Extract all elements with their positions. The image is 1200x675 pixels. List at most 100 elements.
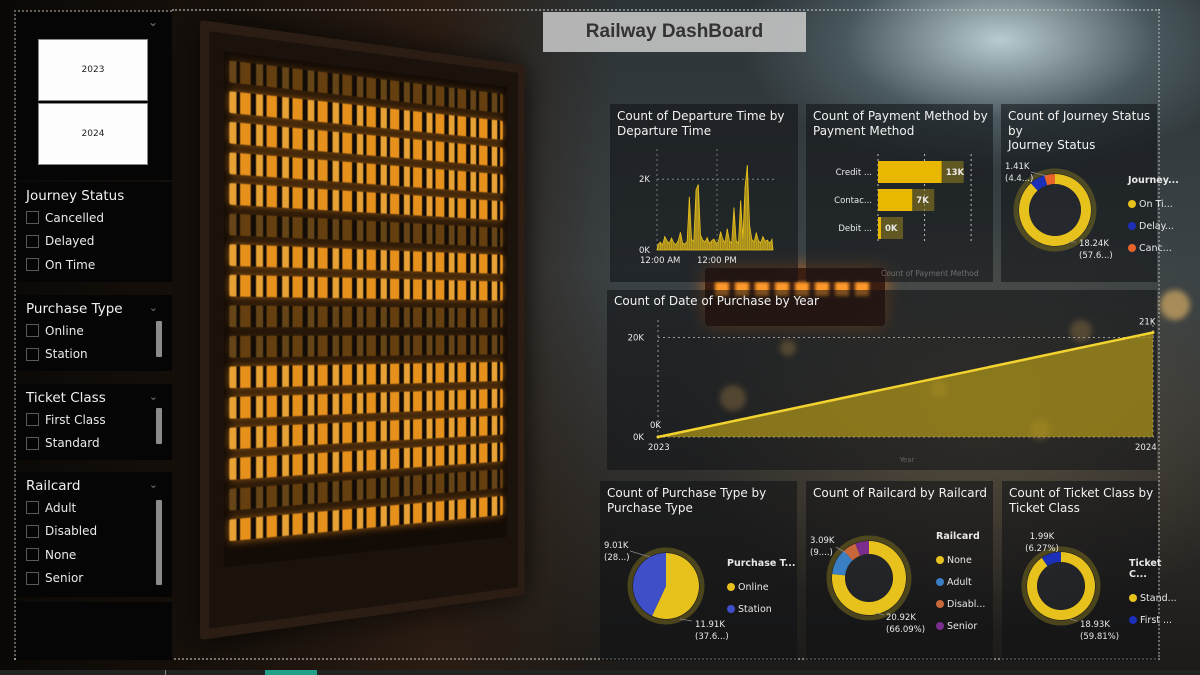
slicer-item-first-class[interactable]: First Class bbox=[26, 408, 162, 432]
legend-label: Senior bbox=[947, 620, 978, 632]
data-label: (9....) bbox=[810, 548, 833, 558]
data-label: 18.24K bbox=[1079, 239, 1109, 249]
checkbox-icon[interactable] bbox=[26, 324, 39, 338]
checkbox-icon[interactable] bbox=[26, 347, 39, 361]
railcard-chart[interactable]: Count of Railcard by Railcard 3.09K (9...… bbox=[806, 481, 993, 661]
data-point bbox=[1151, 330, 1155, 334]
legend-item[interactable]: Stand... bbox=[1129, 587, 1177, 609]
slicer-item-on-time[interactable]: On Time bbox=[26, 253, 162, 277]
chevron-down-icon[interactable]: ⌄ bbox=[149, 390, 158, 403]
year-tile-2024[interactable]: 2024 bbox=[38, 103, 148, 165]
slicer-item-label: Cancelled bbox=[45, 210, 104, 225]
chevron-down-icon[interactable]: ⌄ bbox=[148, 16, 160, 28]
data-bar bbox=[729, 241, 730, 250]
data-bar bbox=[726, 228, 728, 250]
checkbox-icon[interactable] bbox=[26, 234, 39, 248]
legend-label: On Ti... bbox=[1139, 198, 1173, 210]
chevron-down-icon[interactable]: ⌄ bbox=[149, 478, 158, 491]
legend-label: Stand... bbox=[1140, 592, 1177, 604]
slicer-item-senior[interactable]: Senior bbox=[26, 567, 162, 591]
legend-marker bbox=[1129, 594, 1137, 602]
data-label: 0K bbox=[885, 224, 898, 234]
scrollbar[interactable] bbox=[156, 408, 162, 444]
slicer-item-adult[interactable]: Adult bbox=[26, 496, 162, 520]
donut-hole bbox=[1037, 562, 1085, 610]
checkbox-icon[interactable] bbox=[26, 501, 39, 515]
page-tab-divider bbox=[165, 670, 166, 675]
legend-item[interactable]: Online bbox=[727, 576, 796, 598]
data-label: (37.6...) bbox=[695, 632, 729, 642]
departure-time-chart[interactable]: Count of Departure Time by Departure Tim… bbox=[610, 104, 798, 282]
purchase-by-year-chart[interactable]: Count of Date of Purchase by Year 0K 21K 2… bbox=[607, 290, 1157, 470]
legend-item[interactable]: Canc... bbox=[1128, 237, 1179, 259]
y-tick-label: 20K bbox=[628, 333, 645, 343]
data-label: 13K bbox=[946, 168, 965, 178]
y-tick-label: Credit ... bbox=[836, 168, 872, 178]
checkbox-icon[interactable] bbox=[26, 211, 39, 225]
slicer-item-label: Delayed bbox=[45, 234, 95, 249]
page-tab-active[interactable] bbox=[265, 670, 317, 675]
legend-marker bbox=[1128, 244, 1136, 252]
legend-marker bbox=[936, 556, 944, 564]
page-tab-bar bbox=[0, 670, 1200, 675]
data-bar bbox=[708, 243, 710, 250]
data-bar bbox=[702, 240, 704, 250]
departure-board-image bbox=[200, 20, 525, 640]
data-bar bbox=[769, 243, 771, 250]
legend-marker bbox=[1129, 616, 1137, 624]
slicer-item-none[interactable]: None bbox=[26, 543, 162, 567]
slicer-item-station[interactable]: Station bbox=[26, 343, 162, 367]
data-bar bbox=[746, 165, 748, 250]
purchase-type-chart[interactable]: Count of Purchase Type by Purchase Type … bbox=[600, 481, 797, 661]
checkbox-icon[interactable] bbox=[26, 548, 39, 562]
legend-item[interactable]: Station bbox=[727, 598, 796, 620]
slicer-item-cancelled[interactable]: Cancelled bbox=[26, 206, 162, 230]
checkbox-icon[interactable] bbox=[26, 524, 39, 538]
data-bar bbox=[878, 161, 942, 183]
legend-item[interactable]: First ... bbox=[1129, 609, 1177, 631]
chevron-down-icon[interactable]: ⌄ bbox=[149, 301, 158, 314]
legend-label: First ... bbox=[1140, 614, 1173, 626]
legend-marker bbox=[727, 605, 735, 613]
data-label: (4.4...) bbox=[1005, 174, 1033, 184]
purchase-type-slicer: ⌄ Purchase Type Online Station bbox=[16, 295, 172, 371]
checkbox-icon[interactable] bbox=[26, 436, 39, 450]
ticket-class-chart[interactable]: Count of Ticket Class by Ticket Class 1.… bbox=[1002, 481, 1177, 661]
data-bar bbox=[697, 184, 699, 250]
checkbox-icon[interactable] bbox=[26, 258, 39, 272]
data-label: 1.41K bbox=[1005, 162, 1030, 172]
scrollbar[interactable] bbox=[156, 321, 162, 357]
legend-marker bbox=[1128, 200, 1136, 208]
legend-item[interactable]: Senior bbox=[936, 615, 985, 637]
year-tile-2023[interactable]: 2023 bbox=[38, 39, 148, 101]
legend-item[interactable]: Adult bbox=[936, 571, 985, 593]
legend-item[interactable]: On Ti... bbox=[1128, 193, 1179, 215]
journey-status-chart[interactable]: Count of Journey Status by Journey Statu… bbox=[1001, 104, 1179, 282]
legend-item[interactable]: None bbox=[936, 549, 985, 571]
data-bar bbox=[878, 189, 913, 211]
slicer-item-standard[interactable]: Standard bbox=[26, 432, 162, 456]
data-label: 0K bbox=[650, 421, 661, 431]
data-bar bbox=[724, 242, 726, 250]
x-tick-label: 12:00 PM bbox=[697, 256, 737, 266]
slicer-item-online[interactable]: Online bbox=[26, 319, 162, 343]
legend-item[interactable]: Delay... bbox=[1128, 215, 1179, 237]
checkbox-icon[interactable] bbox=[26, 413, 39, 427]
payment-method-chart[interactable]: Count of Payment Method by Payment Metho… bbox=[806, 104, 993, 282]
data-bar bbox=[675, 244, 677, 250]
legend-marker bbox=[936, 600, 944, 608]
checkbox-icon[interactable] bbox=[26, 571, 39, 585]
slicer-item-delayed[interactable]: Delayed bbox=[26, 230, 162, 254]
departure-time-plot: 2K 0K12:00 AM 12:00 PM bbox=[639, 149, 775, 266]
data-label: 20.92K bbox=[886, 613, 916, 623]
legend-title: Ticket C... bbox=[1129, 558, 1162, 580]
y-tick-label: Debit ... bbox=[838, 224, 872, 234]
led-row bbox=[229, 274, 503, 301]
legend-item[interactable]: Disabl... bbox=[936, 593, 985, 615]
legend-label: Canc... bbox=[1139, 242, 1172, 254]
scrollbar[interactable] bbox=[156, 500, 162, 585]
data-bar bbox=[677, 240, 679, 250]
data-bar bbox=[693, 241, 695, 250]
x-tick-label: 12:00 AM bbox=[640, 256, 680, 266]
slicer-item-disabled[interactable]: Disabled bbox=[26, 520, 162, 544]
